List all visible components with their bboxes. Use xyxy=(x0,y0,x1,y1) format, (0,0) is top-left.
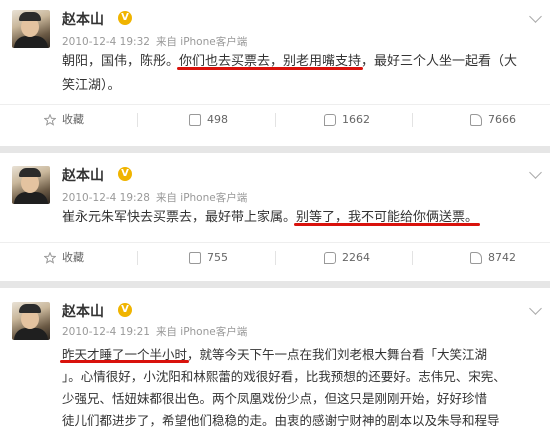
verified-badge-icon: V xyxy=(118,167,132,181)
comment-count: 2264 xyxy=(342,251,370,264)
repost-count: 755 xyxy=(207,251,228,264)
text-segment: 少强兄、恬妞妹都很出色。两个凤凰戏份少点，但这只是刚刚开始，好好珍惜 xyxy=(62,391,488,406)
text-segment: ，最好三个人坐一起看（大 xyxy=(361,54,518,69)
text-segment: ，就等今天下午一点在我们刘老根大舞台看「大笑江湖 xyxy=(187,347,488,362)
post-time: 2010-12-4 19:32 xyxy=(62,36,150,48)
like-count: 8742 xyxy=(488,251,516,264)
post-separator xyxy=(0,146,550,153)
star-icon xyxy=(44,114,56,126)
post-meta: 2010-12-4 19:28 来自 iPhone客户端 xyxy=(62,190,247,205)
avatar[interactable] xyxy=(12,166,50,204)
repost-button[interactable]: 755 xyxy=(189,243,228,273)
comment-icon xyxy=(324,114,336,126)
star-icon xyxy=(44,252,56,264)
underlined-text: 别等了，我不可能给你俩送票。 xyxy=(296,210,479,225)
repost-button[interactable]: 498 xyxy=(189,105,228,135)
text-segment: 徒儿们都进步了，希望他们稳稳的走。由衷的感谢宁财神的剧本以及朱导和程导 xyxy=(62,413,500,428)
repost-count: 498 xyxy=(207,113,228,126)
post-separator xyxy=(0,281,550,288)
thumbs-up-icon xyxy=(470,252,482,264)
action-bar: 收藏 755 2264 8742 xyxy=(0,242,550,273)
favorite-button[interactable]: 收藏 xyxy=(44,243,84,273)
favorite-label: 收藏 xyxy=(62,113,84,126)
verified-badge-icon: V xyxy=(118,11,132,25)
favorite-label: 收藏 xyxy=(62,251,84,264)
author-name[interactable]: 赵本山 xyxy=(62,301,104,321)
verified-badge-icon: V xyxy=(118,303,132,317)
repost-icon xyxy=(189,252,201,264)
post-source: 来自 iPhone客户端 xyxy=(155,36,248,48)
post-card: 赵本山 V 2010-12-4 19:28 来自 iPhone客户端 崔永元朱军快… xyxy=(0,153,550,271)
like-button[interactable]: 7666 xyxy=(470,105,516,135)
post-time: 2010-12-4 19:21 xyxy=(62,326,150,338)
post-text: 昨天才睡了一个半小时，就等今天下午一点在我们刘老根大舞台看「大笑江湖 」。心情很… xyxy=(62,344,544,432)
comment-button[interactable]: 1662 xyxy=(324,105,370,135)
like-button[interactable]: 8742 xyxy=(470,243,516,273)
underlined-text: 你们也去买票去，别老用嘴支持 xyxy=(179,54,362,69)
avatar[interactable] xyxy=(12,10,50,48)
action-bar: 收藏 498 1662 7666 xyxy=(0,104,550,135)
comment-icon xyxy=(324,252,336,264)
chevron-down-icon[interactable] xyxy=(529,166,542,179)
post-text: 崔永元朱军快去买票去，最好带上家属。别等了，我不可能给你俩送票。 xyxy=(62,206,544,230)
thumbs-up-icon xyxy=(470,114,482,126)
post-text: 朝阳，国伟，陈彤。你们也去买票去，别老用嘴支持，最好三个人坐一起看（大 笑江湖）… xyxy=(62,50,544,98)
weibo-feed: 赵本山 V 2010-12-4 19:32 来自 iPhone客户端 朝阳，国伟，… xyxy=(0,0,550,437)
underlined-text: 昨天才睡了一个半小时 xyxy=(62,347,188,362)
like-count: 7666 xyxy=(488,113,516,126)
avatar[interactable] xyxy=(12,302,50,340)
post-meta: 2010-12-4 19:32 来自 iPhone客户端 xyxy=(62,34,247,49)
text-segment: 崔永元朱军快去买票去，最好带上家属。 xyxy=(62,210,297,225)
post-source: 来自 iPhone客户端 xyxy=(155,326,248,338)
chevron-down-icon[interactable] xyxy=(529,302,542,315)
text-segment: 朝阳，国伟，陈彤。 xyxy=(62,54,180,69)
post-meta: 2010-12-4 19:21 来自 iPhone客户端 xyxy=(62,324,247,339)
text-segment: 笑江湖）。 xyxy=(62,78,121,93)
post-time: 2010-12-4 19:28 xyxy=(62,192,150,204)
favorite-button[interactable]: 收藏 xyxy=(44,105,84,135)
author-name[interactable]: 赵本山 xyxy=(62,165,104,185)
post-card: 赵本山 V 2010-12-4 19:32 来自 iPhone客户端 朝阳，国伟，… xyxy=(0,0,550,143)
comment-button[interactable]: 2264 xyxy=(324,243,370,273)
author-name[interactable]: 赵本山 xyxy=(62,9,104,29)
text-segment: 」。心情很好，小沈阳和林熙蕾的戏很好看，比我预想的还要好。志伟兄、宋宪、 xyxy=(62,369,506,384)
post-card: 赵本山 V 2010-12-4 19:21 来自 iPhone客户端 昨天才睡了一… xyxy=(0,288,550,437)
repost-icon xyxy=(189,114,201,126)
post-source: 来自 iPhone客户端 xyxy=(155,192,248,204)
chevron-down-icon[interactable] xyxy=(529,10,542,23)
comment-count: 1662 xyxy=(342,113,370,126)
